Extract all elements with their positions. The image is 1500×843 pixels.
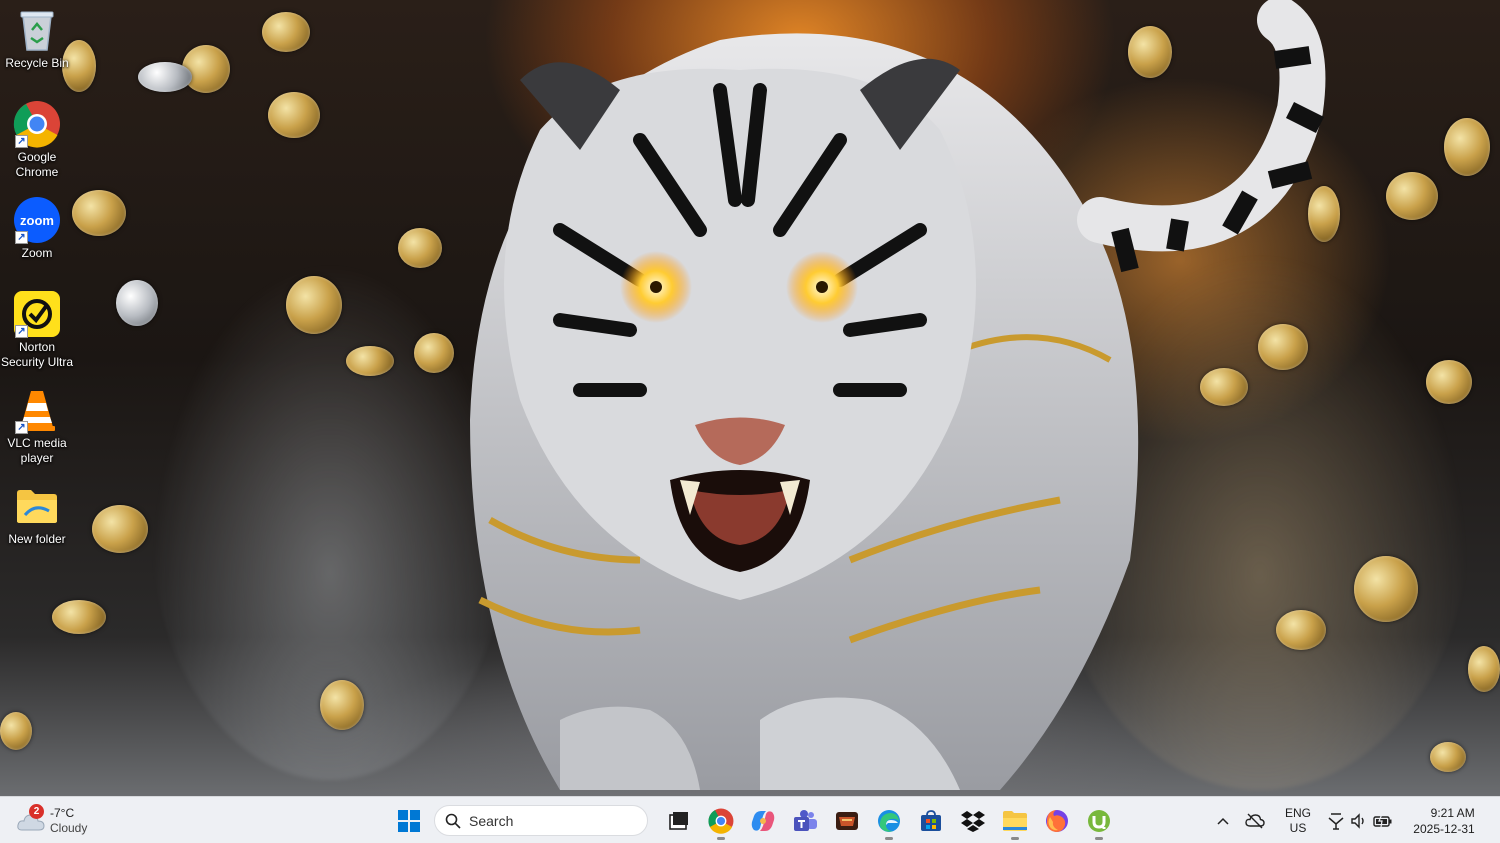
zoom-icon: zoom ↗: [13, 196, 61, 244]
desktop-icon-label: Recycle Bin: [5, 56, 69, 70]
region-code: US: [1289, 820, 1307, 835]
weather-text: -7°C Cloudy: [50, 806, 87, 836]
firefox-icon: [1046, 809, 1068, 832]
desktop-icon-label: Google Chrome: [15, 150, 59, 179]
chevron-up-icon: [1217, 817, 1229, 825]
taskbar-firefox[interactable]: [1036, 801, 1078, 841]
shortcut-arrow-icon: ↗: [15, 421, 28, 434]
shortcut-arrow-icon: ↗: [15, 135, 28, 148]
task-view-button[interactable]: [658, 801, 700, 841]
teams-icon: [794, 809, 817, 831]
desktop-wallpaper: [0, 0, 1500, 796]
taskbar-chrome[interactable]: [700, 801, 742, 841]
desktop-icon-label: Zoom: [21, 246, 53, 260]
onedrive-sync-button[interactable]: [1238, 801, 1272, 841]
taskbar-store[interactable]: [910, 801, 952, 841]
shortcut-arrow-icon: ↗: [15, 231, 28, 244]
taskbar-copilot[interactable]: [742, 801, 784, 841]
taskbar-teams[interactable]: [784, 801, 826, 841]
vlc-icon: ↗: [13, 386, 61, 434]
search-placeholder: Search: [469, 812, 514, 829]
desktop-icon-zoom[interactable]: zoom ↗ Zoom: [0, 196, 74, 261]
battery-icon: [1373, 813, 1392, 827]
weather-condition: Cloudy: [50, 821, 88, 835]
recycle-bin-icon: [13, 6, 61, 54]
tiger-illustration: [470, 0, 1326, 791]
norton-icon: ↗: [13, 290, 61, 338]
taskbar-center: Search: [388, 797, 1120, 843]
store-icon: [921, 809, 941, 831]
language-code: ENG: [1284, 805, 1311, 820]
clock-date: 2025-12-31: [1413, 821, 1475, 836]
running-indicator: [1095, 836, 1103, 840]
clock-time: 9:21 AM: [1430, 805, 1475, 820]
utorrent-icon: [1088, 809, 1110, 832]
desktop-icon-label: VLC media player: [7, 436, 67, 465]
desktop-icon-vlc[interactable]: ↗ VLC media player: [0, 386, 74, 466]
taskbar: 2 -7°C Cloudy Search ENG US 9:21 AM 2025…: [0, 796, 1500, 843]
running-indicator: [1011, 836, 1019, 840]
system-tray: ENG US 9:21 AM 2025-12-31: [1208, 797, 1500, 843]
desktop-icon-new-folder[interactable]: New folder: [0, 482, 74, 547]
dropbox-icon: [961, 810, 985, 832]
quick-settings-button[interactable]: [1324, 801, 1396, 841]
show-hidden-icons-button[interactable]: [1208, 801, 1238, 841]
task-view-icon: [669, 811, 688, 830]
desktop-icon-label: Norton Security Ultra: [0, 340, 74, 369]
volume-icon: [1351, 812, 1364, 829]
start-button[interactable]: [388, 801, 430, 841]
desktop-icon-google-chrome[interactable]: ↗ Google Chrome: [0, 100, 74, 180]
copilot-icon: [751, 810, 775, 831]
file-explorer-icon: [1003, 810, 1027, 831]
language-indicator[interactable]: ENG US: [1276, 801, 1320, 841]
taskbar-game[interactable]: [826, 801, 868, 841]
edge-icon: [878, 809, 900, 832]
notification-badge: 2: [29, 804, 44, 819]
running-indicator: [885, 836, 893, 840]
cloud-off-icon: [1245, 813, 1265, 828]
weather-temp: -7°C: [50, 806, 75, 820]
weather-widget[interactable]: 2 -7°C Cloudy: [16, 803, 87, 839]
chrome-icon: [708, 808, 734, 834]
clock[interactable]: 9:21 AM 2025-12-31: [1406, 801, 1482, 841]
windows-start-icon: [398, 809, 420, 832]
search-icon: [445, 813, 461, 829]
taskbar-utorrent[interactable]: [1078, 801, 1120, 841]
taskbar-dropbox[interactable]: [952, 801, 994, 841]
folder-icon: [13, 482, 61, 530]
desktop-icon-norton[interactable]: ↗ Norton Security Ultra: [0, 290, 74, 370]
desktop-icon-label: New folder: [8, 532, 66, 546]
game-icon: [836, 811, 858, 830]
running-indicator: [717, 836, 725, 840]
taskbar-search[interactable]: Search: [434, 805, 648, 836]
taskbar-file-explorer[interactable]: [994, 801, 1036, 841]
network-icon: [1328, 812, 1344, 830]
shortcut-arrow-icon: ↗: [15, 325, 28, 338]
cloud-icon: 2: [16, 804, 46, 836]
desktop-icon-recycle-bin[interactable]: Recycle Bin: [0, 6, 74, 71]
chrome-icon: ↗: [13, 100, 61, 148]
taskbar-edge[interactable]: [868, 801, 910, 841]
